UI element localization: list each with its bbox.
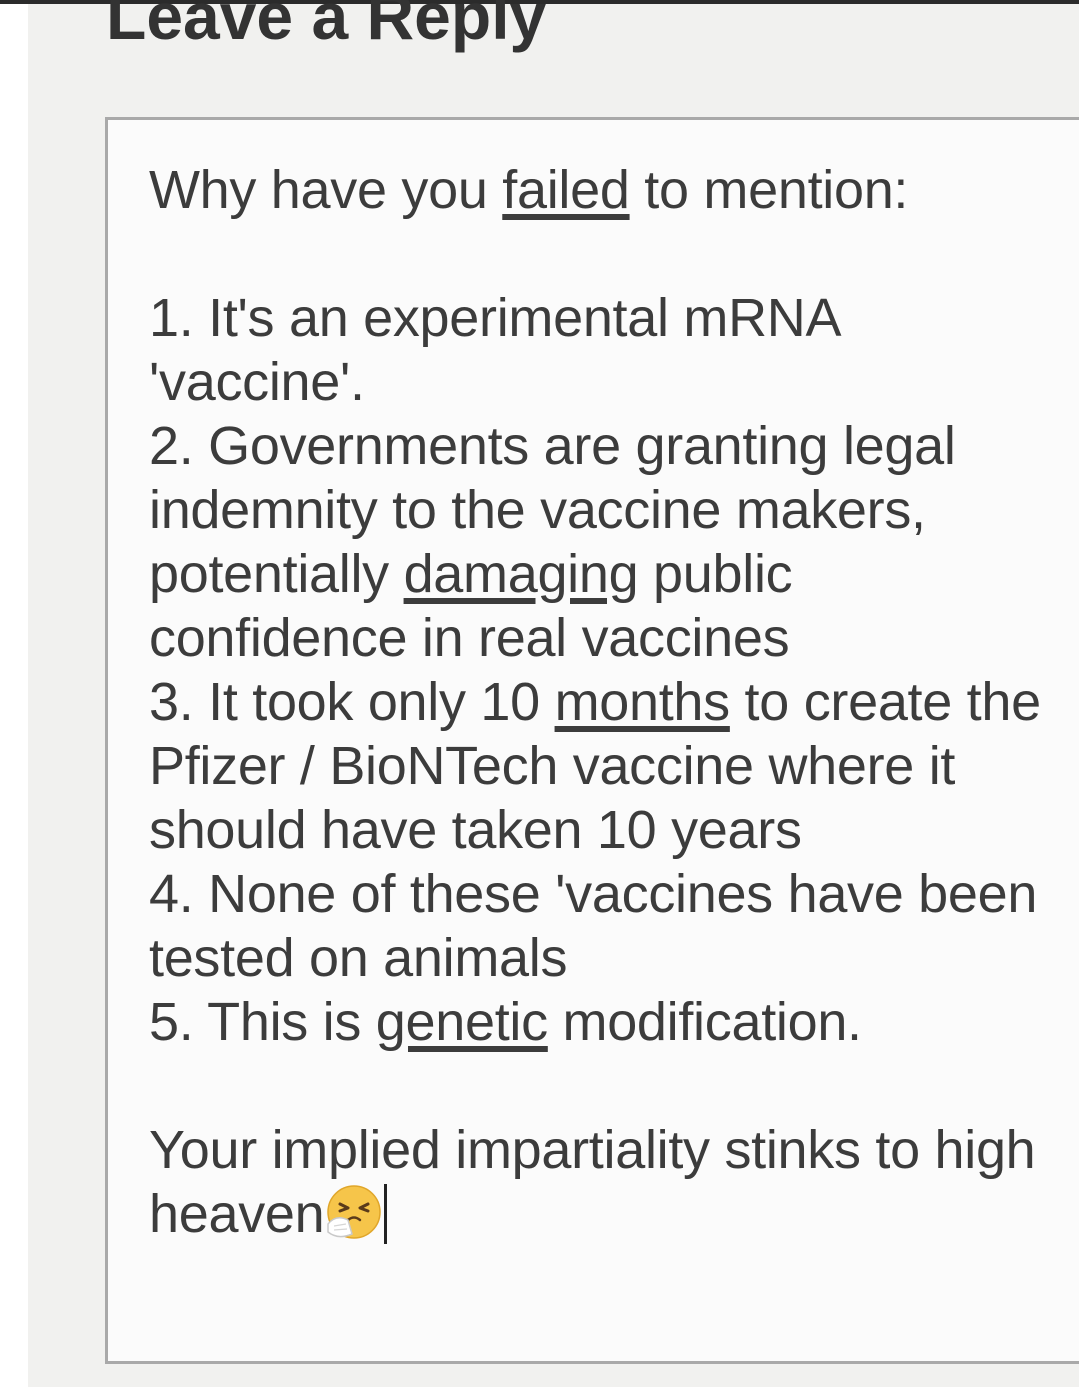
comment-line: confidence in real vaccines [149,608,790,668]
comment-line: Your implied impartiality stinks to high [149,1120,1036,1180]
spellcheck-word[interactable]: months [555,672,731,732]
text-cursor [384,1184,388,1244]
comment-textarea[interactable]: Why have you failed to mention: 1. It's … [105,117,1079,1364]
spellcheck-word[interactable]: genetic [376,992,548,1052]
comment-line: 3. It took only 10 months to create the [149,672,1041,732]
reply-heading: Leave a Reply [106,0,547,53]
comment-line: Why have you failed to mention: [149,160,909,220]
comment-line: Pfizer / BioNTech vaccine where it [149,736,956,796]
comment-line: potentially damaging public [149,544,793,604]
comment-line: should have taken 10 years [149,800,802,860]
comment-line: 1. It's an experimental mRNA [149,288,842,348]
comment-line: tested on animals [149,928,568,988]
comment-line: 5. This is genetic modification. [149,992,862,1052]
comment-line: 2. Governments are granting legal [149,416,956,476]
spellcheck-word[interactable]: failed [502,160,630,220]
comment-line: 4. None of these 'vaccines have been [149,864,1038,924]
comment-line-blank [149,1054,1079,1118]
comment-line: heaven [149,1182,1079,1246]
comment-line: indemnity to the vaccine makers, [149,480,926,540]
comment-line-blank [149,222,1079,286]
comment-line: 'vaccine'. [149,352,365,412]
spellcheck-word[interactable]: damaging [404,544,639,604]
sneezing-face-icon [327,1185,382,1239]
comment-text[interactable]: Why have you failed to mention: 1. It's … [149,158,1079,1246]
